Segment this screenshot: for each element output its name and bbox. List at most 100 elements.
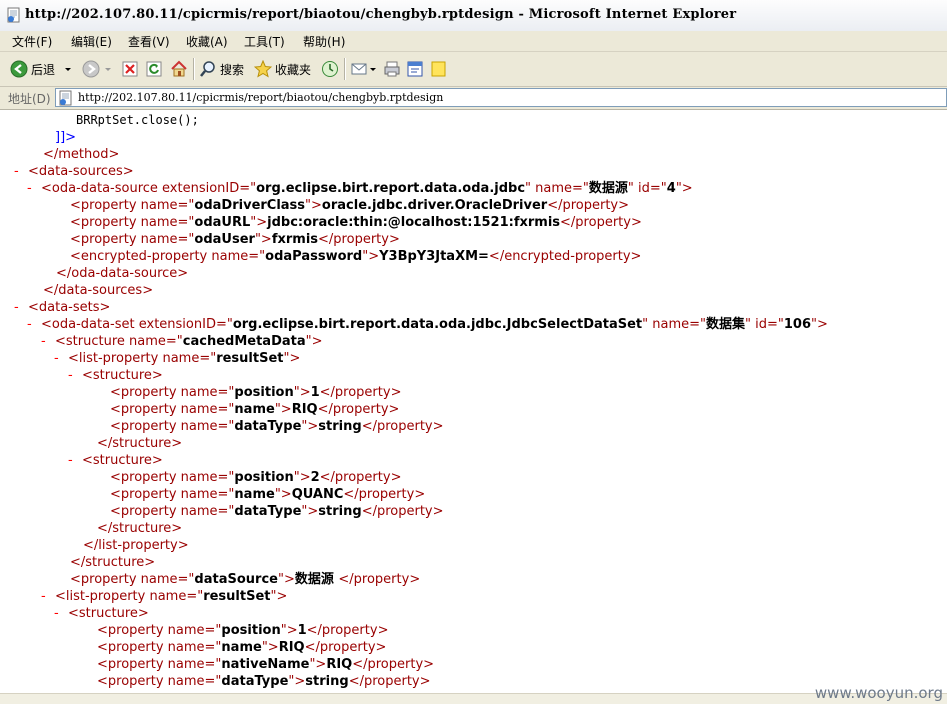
toolbar-separator [193,58,194,80]
watermark: www.wooyun.org [814,684,943,702]
note-icon [431,61,446,77]
xml-markup: "> [811,317,828,332]
stop-icon [122,61,138,77]
xml-line: <property name="odaURL">jdbc:oracle:thin… [70,214,642,231]
xml-markup: <property name=" [97,674,222,689]
chevron-down-icon [65,68,71,71]
xml-value: 2 [310,470,320,485]
history-button[interactable] [321,59,339,79]
xml-markup: <list-property name=" [68,351,217,366]
xml-line: <encrypted-property name="odaPassword">Y… [70,248,641,265]
collapse-toggle[interactable]: - [68,367,82,384]
menu-favorites[interactable]: 收藏(A) [186,33,228,50]
menu-help[interactable]: 帮助(H) [303,33,345,50]
xml-markup: </property> [306,623,389,638]
xml-markup: "> [309,657,327,672]
collapse-toggle[interactable]: - [54,350,68,367]
xml-line: <property name="dataSource">数据源 </proper… [70,571,420,588]
xml-value: odaUser [194,232,255,247]
xml-line: </structure> [97,520,182,537]
collapse-toggle[interactable]: - [14,163,28,180]
xml-value: name [234,402,275,417]
xml-markup: </oda-data-source> [56,266,189,281]
refresh-button[interactable] [146,59,162,79]
back-arrow-icon [10,60,28,78]
back-button[interactable]: 后退 [10,59,55,79]
search-button[interactable]: 搜索 [199,59,244,79]
xml-line: <property name="position">1</property> [110,384,401,401]
xml-value: QUANC [291,487,344,502]
xml-line: ]]> [55,129,76,146]
xml-value: fxrmis [271,232,319,247]
collapse-toggle[interactable]: - [54,605,68,622]
xml-value: name [221,640,262,655]
xml-line: - <list-property name="resultSet"> [41,588,287,605]
back-dropdown[interactable] [64,59,72,79]
mail-button[interactable] [351,59,377,79]
xml-line: <property name="odaDriverClass">oracle.j… [70,197,629,214]
chevron-down-icon [370,68,376,71]
xml-markup: </property> [319,470,402,485]
xml-value: name [234,487,275,502]
xml-line: - <structure> [68,367,163,384]
collapse-toggle[interactable]: - [27,316,41,333]
forward-dropdown[interactable] [104,59,112,79]
xml-markup: "> [675,181,693,196]
xml-markup: </property> [338,572,421,587]
xml-markup: "> [283,351,301,366]
xml-markup: "> [288,674,306,689]
xml-markup: </encrypted-property> [488,249,642,264]
print-button[interactable] [383,59,401,79]
star-icon [254,60,272,78]
xml-markup: extensionID=" [138,317,233,332]
favorites-button[interactable]: 收藏夹 [254,59,311,79]
home-button[interactable] [170,59,188,79]
xml-markup: extensionID=" [162,181,257,196]
xml-markup: "> [305,334,323,349]
xml-line: - <list-property name="resultSet"> [54,350,300,367]
address-input[interactable]: http://202.107.80.11/cpicrmis/report/bia… [55,88,947,107]
xml-value: 数据源 [588,181,628,196]
xml-line: - <structure> [68,452,163,469]
xml-markup: BRRptSet.close(); [76,113,199,127]
edit-button[interactable] [406,59,424,79]
collapse-toggle[interactable]: - [68,452,82,469]
collapse-toggle[interactable]: - [14,299,28,316]
xml-markup: " id=" [745,317,784,332]
xml-value: position [234,470,294,485]
horizontal-scrollbar[interactable] [0,693,947,704]
menu-file[interactable]: 文件(F) [12,33,52,50]
xml-markup: <structure> [82,368,163,383]
xml-value: Y3BpY3JtaXM= [379,249,489,264]
xml-value: string [318,504,362,519]
xml-markup: "> [301,419,319,434]
xml-markup: "> [277,572,295,587]
menu-tools[interactable]: 工具(T) [244,33,285,50]
menu-edit[interactable]: 编辑(E) [71,33,112,50]
messenger-button[interactable] [430,59,448,79]
xml-markup: </list-property> [83,538,189,553]
xml-value: 1 [310,385,320,400]
xml-value: 1 [297,623,307,638]
menu-view[interactable]: 查看(V) [128,33,170,50]
xml-markup: </property> [361,504,444,519]
forward-button[interactable] [82,59,100,79]
xml-line: <property name="nativeName">RIQ</propert… [97,656,434,673]
xml-line: <property name="dataType">string</proper… [97,673,431,690]
collapse-toggle[interactable]: - [41,588,55,605]
ie-page-icon [7,7,20,23]
xml-markup: </property> [319,385,402,400]
xml-value: odaURL [194,215,251,230]
stop-button[interactable] [122,59,138,79]
xml-markup: "> [362,249,380,264]
collapse-toggle[interactable]: - [41,333,55,350]
xml-markup: </data-sources> [43,283,154,298]
xml-line: <property name="dataType">string</proper… [110,418,444,435]
xml-markup: </property> [318,232,400,247]
xml-markup: "> [280,623,298,638]
collapse-toggle[interactable]: - [27,180,41,197]
xml-markup: <property name=" [110,504,235,519]
xml-line: <property name="name">RIQ</property> [110,401,399,418]
xml-markup: </method> [43,147,120,162]
edit-document-icon [407,61,423,77]
